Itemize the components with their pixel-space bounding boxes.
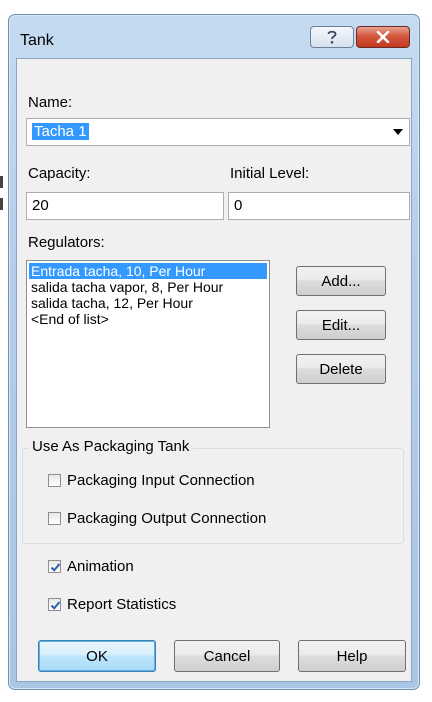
initial-level-label: Initial Level: (230, 165, 310, 182)
list-item[interactable]: <End of list> (29, 311, 267, 327)
edit-regulator-button[interactable]: Edit... (296, 310, 386, 340)
animation-checkbox[interactable]: Animation (48, 558, 134, 575)
checkbox-box[interactable] (48, 560, 61, 573)
initial-level-input[interactable]: 0 (228, 192, 410, 220)
name-combobox-value: Tacha 1 (32, 123, 89, 140)
check-mark-icon (50, 563, 61, 572)
window-title: Tank (20, 32, 54, 49)
checkbox-label: Packaging Output Connection (67, 510, 267, 527)
checkbox-box[interactable] (48, 598, 61, 611)
packaging-group-title: Use As Packaging Tank (28, 438, 194, 455)
name-combobox[interactable]: Tacha 1 (26, 118, 410, 146)
title-help-button[interactable] (310, 26, 354, 48)
report-statistics-checkbox[interactable]: Report Statistics (48, 596, 176, 613)
check-mark-icon (50, 601, 61, 610)
packaging-output-connection-checkbox[interactable]: Packaging Output Connection (48, 510, 266, 527)
add-regulator-button[interactable]: Add... (296, 266, 386, 296)
capacity-input[interactable]: 20 (26, 192, 224, 220)
cancel-button[interactable]: Cancel (174, 640, 280, 672)
list-item[interactable]: salida tacha vapor, 8, Per Hour (29, 279, 267, 295)
checkbox-box[interactable] (48, 474, 61, 487)
capacity-label: Capacity: (28, 165, 91, 182)
close-icon (376, 31, 390, 43)
checkbox-label: Animation (67, 558, 134, 575)
delete-regulator-button[interactable]: Delete (296, 354, 386, 384)
checkbox-label: Packaging Input Connection (67, 472, 255, 489)
checkbox-label: Report Statistics (67, 596, 177, 613)
name-label: Name: (28, 94, 73, 111)
packaging-input-connection-checkbox[interactable]: Packaging Input Connection (48, 472, 255, 489)
ok-button[interactable]: OK (38, 640, 156, 672)
regulators-listbox[interactable]: Entrada tacha, 10, Per Hour salida tacha… (26, 260, 270, 428)
checkbox-box[interactable] (48, 512, 61, 525)
background-edge-mark (0, 198, 3, 210)
packaging-groupbox (22, 448, 404, 544)
background-edge-mark (0, 176, 3, 188)
chevron-down-icon[interactable] (393, 129, 403, 135)
regulators-label: Regulators: (28, 234, 105, 251)
list-item[interactable]: salida tacha, 12, Per Hour (29, 295, 267, 311)
title-close-button[interactable] (356, 26, 410, 48)
help-button[interactable]: Help (298, 640, 406, 672)
question-mark-icon (325, 29, 339, 45)
list-item[interactable]: Entrada tacha, 10, Per Hour (29, 263, 267, 279)
